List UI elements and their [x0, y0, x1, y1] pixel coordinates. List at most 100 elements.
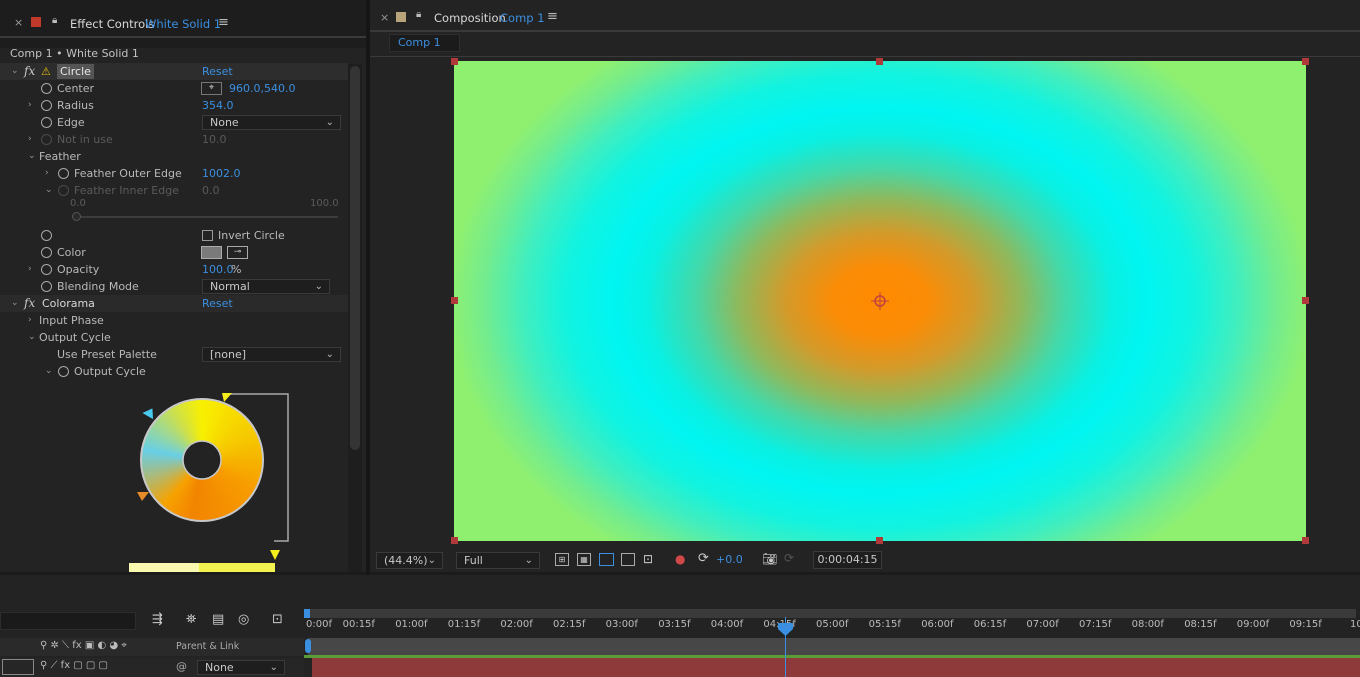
property-value[interactable]: 1002.0 — [202, 165, 241, 182]
property-value[interactable]: 100.0 — [202, 261, 234, 278]
zoom-dropdown[interactable]: (44.4%) ⌄ — [376, 552, 443, 569]
blending-dropdown[interactable]: Normal ⌄ — [202, 279, 330, 294]
reset-link[interactable]: Reset — [202, 295, 233, 312]
property-opacity: › Opacity 100.0 % — [0, 261, 348, 278]
collapse-chevron-icon[interactable]: ⌄ — [28, 148, 36, 165]
cycle-handle-yellow-bottom[interactable] — [270, 550, 280, 560]
stopwatch-icon[interactable] — [41, 264, 52, 275]
layer-handle[interactable] — [451, 297, 458, 304]
close-panel-icon[interactable]: × — [380, 11, 389, 24]
time-ruler[interactable]: 0:00f 00:15f 01:00f 01:15f 02:00f 02:15f 03:00… — [0, 575, 1360, 635]
property-label: Center — [57, 82, 95, 95]
lock-icon[interactable]: 🔒︎ — [52, 15, 57, 26]
panel-menu-icon[interactable]: ≡ — [218, 15, 229, 30]
collapse-chevron-icon[interactable]: ⌄ — [45, 363, 53, 380]
color-swatch[interactable] — [201, 246, 222, 259]
show-snapshot-icon: ⟳ — [784, 551, 795, 565]
effect-colorama-header[interactable]: ⌄ fx Colorama Reset — [0, 295, 348, 312]
panel-menu-icon[interactable]: ≡ — [547, 9, 558, 24]
fx-icon[interactable]: fx — [24, 63, 35, 80]
group-input-phase[interactable]: › Input Phase — [0, 312, 348, 329]
property-color: Color ⊸ — [0, 244, 348, 261]
group-output-cycle[interactable]: ⌄ Output Cycle — [0, 329, 348, 346]
dropdown-value: None — [210, 116, 239, 129]
property-label: Not in use — [57, 133, 113, 146]
stopwatch-icon[interactable] — [41, 230, 52, 241]
comp-subtab[interactable]: Comp 1 — [389, 34, 460, 52]
layer-video-switch[interactable] — [2, 659, 34, 675]
output-cycle-wheel[interactable] — [120, 385, 320, 572]
layer-handle[interactable] — [1302, 297, 1309, 304]
close-panel-icon[interactable]: × — [14, 16, 23, 29]
zoom-value: (44.4%) — [384, 554, 428, 567]
preset-palette-dropdown[interactable]: [none] ⌄ — [202, 347, 341, 362]
effect-name[interactable]: Circle — [57, 64, 94, 79]
expand-chevron-icon[interactable]: › — [28, 261, 32, 278]
group-label: Feather — [39, 150, 81, 163]
channel-rgb-icon[interactable]: ● — [675, 552, 685, 566]
resolution-dropdown[interactable]: Full ⌄ — [456, 552, 540, 569]
fx-icon[interactable]: fx — [24, 295, 35, 312]
collapse-chevron-icon[interactable]: ⌄ — [11, 63, 19, 80]
scrollbar-track[interactable] — [348, 64, 362, 572]
collapse-chevron-icon[interactable]: ⌄ — [28, 329, 36, 346]
snapshot-region-icon[interactable]: ⊞ — [555, 553, 569, 566]
expand-chevron-icon[interactable]: › — [28, 312, 32, 329]
panel-comp-name[interactable]: Comp 1 — [500, 11, 545, 25]
stopwatch-icon[interactable] — [41, 100, 52, 111]
reset-link[interactable]: Reset — [202, 63, 233, 80]
collapse-chevron-icon[interactable]: ⌄ — [11, 295, 19, 312]
transparency-grid-icon[interactable]: ▦ — [577, 553, 591, 566]
pickwhip-icon[interactable]: @ — [176, 660, 187, 673]
exposure-value[interactable]: +0.0 — [716, 553, 743, 566]
chevron-down-icon: ⌄ — [325, 117, 334, 128]
parent-dropdown[interactable]: None ⌄ — [197, 660, 285, 675]
time-navigator-start[interactable] — [305, 639, 311, 653]
stopwatch-icon[interactable] — [58, 366, 69, 377]
layer-row[interactable]: ⚲ ⟋ fx ▢ ▢ ▢ @ None ⌄ — [0, 658, 304, 677]
crosshair-point-icon[interactable]: ⌖ — [201, 82, 222, 95]
layer-handle[interactable] — [1302, 58, 1309, 65]
stopwatch-icon — [58, 185, 69, 196]
stopwatch-icon[interactable] — [41, 247, 52, 258]
layer-handle[interactable] — [876, 58, 883, 65]
cycle-handle-cyan[interactable] — [142, 408, 156, 422]
cycle-handle-orange[interactable] — [137, 492, 149, 501]
eyedropper-icon[interactable]: ⊸ — [227, 246, 248, 259]
stopwatch-icon[interactable] — [41, 281, 52, 292]
layer-handle[interactable] — [876, 537, 883, 544]
layer-handle[interactable] — [1302, 537, 1309, 544]
dropdown-value: Normal — [210, 280, 250, 293]
edge-dropdown[interactable]: None ⌄ — [202, 115, 341, 130]
chevron-down-icon: ⌄ — [314, 281, 323, 292]
scrollbar-thumb[interactable] — [350, 66, 360, 450]
layer-handle[interactable] — [451, 58, 458, 65]
stopwatch-icon[interactable] — [41, 117, 52, 128]
invert-checkbox[interactable] — [202, 230, 213, 241]
reset-exposure-icon[interactable]: ⟳ — [698, 551, 709, 566]
expand-chevron-icon[interactable]: › — [28, 97, 32, 114]
group-feather[interactable]: ⌄ Feather — [0, 148, 348, 165]
property-value[interactable]: 354.0 — [202, 97, 234, 114]
stopwatch-icon[interactable] — [58, 168, 69, 179]
mask-path-visibility-icon[interactable] — [599, 553, 614, 566]
property-value[interactable]: 960.0,540.0 — [229, 80, 295, 97]
playhead-icon[interactable] — [778, 623, 793, 637]
ruler-tick-label: 05:15f — [868, 619, 901, 630]
region-of-interest-icon[interactable] — [621, 553, 635, 566]
effect-circle-header[interactable]: ⌄ fx ⚠ Circle Reset — [0, 63, 348, 80]
expand-chevron-icon[interactable]: › — [45, 165, 49, 182]
lock-icon[interactable]: 🔒︎ — [416, 9, 421, 20]
camera-snapshot-icon[interactable]: 📷︎ — [762, 552, 777, 566]
stopwatch-icon[interactable] — [41, 83, 52, 94]
chevron-down-icon: ⌄ — [325, 349, 334, 360]
cycle-handle-yellow[interactable] — [222, 393, 232, 402]
property-output-cycle: ⌄ Output Cycle — [0, 363, 348, 380]
panel-layer-name[interactable]: White Solid 1 — [145, 17, 221, 31]
grid-guides-icon[interactable]: ⊡ — [643, 552, 653, 566]
anchor-point-icon[interactable] — [871, 292, 889, 310]
effect-name[interactable]: Colorama — [42, 295, 95, 312]
layer-handle[interactable] — [451, 537, 458, 544]
layer-duration-bar[interactable] — [312, 658, 1360, 677]
current-time-display[interactable]: 0:00:04:15 — [813, 551, 882, 569]
